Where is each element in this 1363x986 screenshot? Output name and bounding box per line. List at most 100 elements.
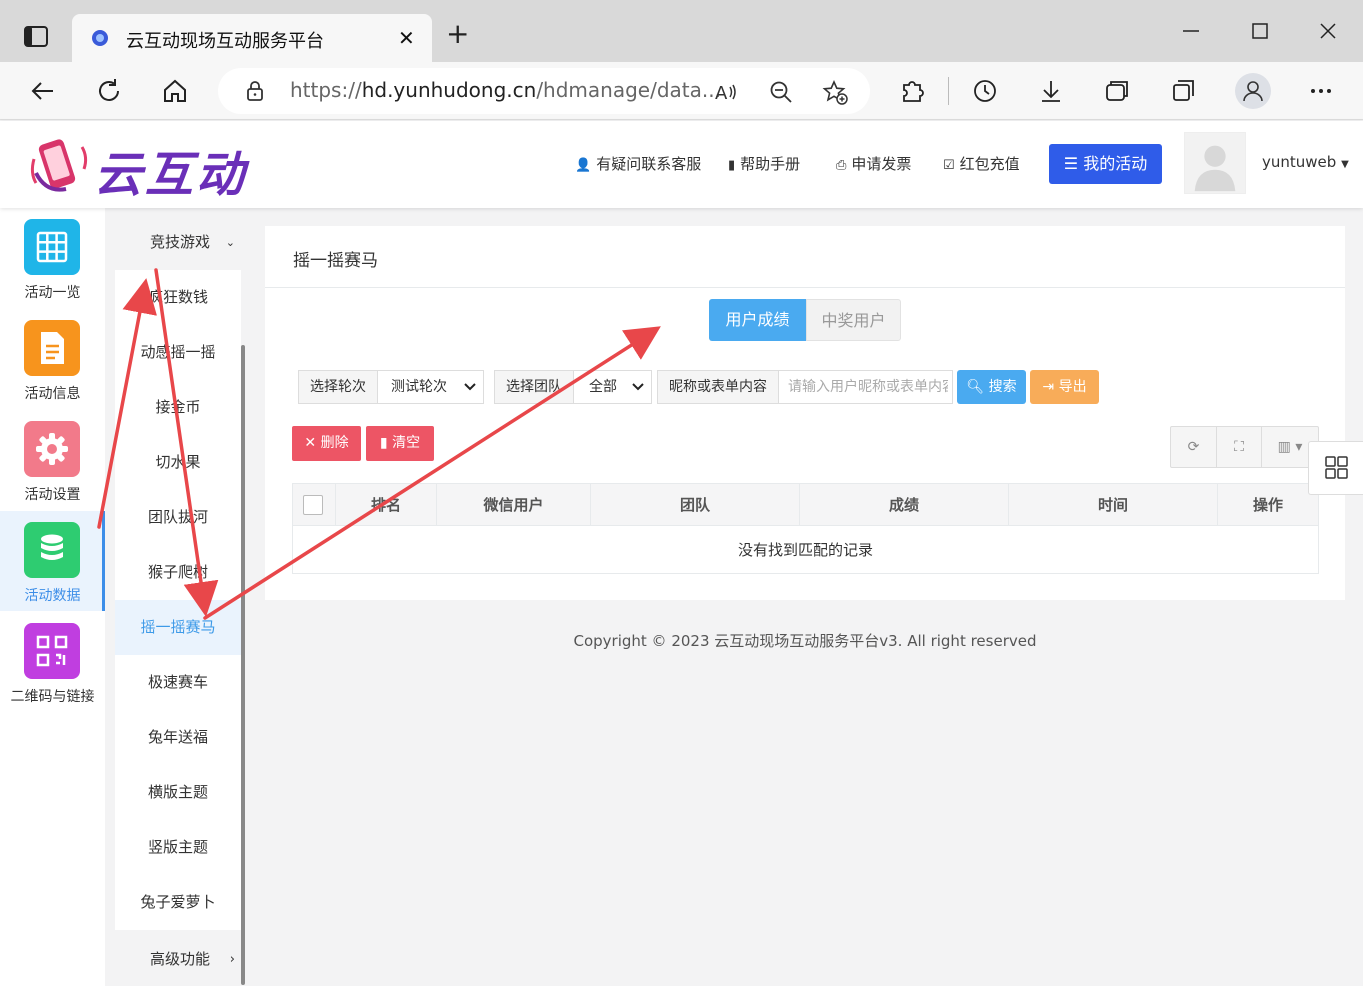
browser-tab[interactable]: 云互动现场互动服务平台 ✕: [72, 14, 432, 62]
invoice-link[interactable]: ⎙ 申请发票: [836, 153, 911, 174]
sidebar-item-qrcode[interactable]: 二维码与链接: [0, 612, 105, 712]
submenu-group-header[interactable]: 竞技游戏 ⌄: [115, 215, 249, 270]
fullscreen-icon[interactable]: ⛶: [1216, 427, 1261, 467]
default-avatar-icon: [1194, 145, 1236, 192]
sidebar-label: 二维码与链接: [10, 689, 95, 705]
tab-user-scores[interactable]: 用户成绩: [709, 299, 806, 341]
sidebar-label: 活动信息: [24, 386, 81, 402]
submenu-scrollbar[interactable]: [241, 345, 245, 985]
delete-button[interactable]: ✕ 删除: [292, 426, 361, 461]
chevron-down-icon: [464, 383, 476, 391]
table-toolbar: ⟳ ⛶ ▥ ▾: [1170, 426, 1319, 468]
keyword-label: 昵称或表单内容: [658, 371, 779, 403]
sidebar-item-overview[interactable]: 活动一览: [0, 208, 105, 308]
download-icon[interactable]: [1036, 76, 1066, 106]
column-header[interactable]: 团队: [590, 484, 799, 526]
select-all-checkbox[interactable]: [303, 495, 323, 515]
submenu-item-active[interactable]: 摇一摇赛马: [115, 600, 241, 655]
column-header[interactable]: 操作: [1217, 484, 1318, 526]
extensions-icon[interactable]: [897, 76, 927, 106]
logo-phone-icon: [30, 139, 88, 192]
back-icon[interactable]: [28, 76, 58, 106]
team-select[interactable]: 选择团队 全部: [494, 370, 652, 404]
database-icon: [24, 522, 80, 578]
refresh-icon[interactable]: [94, 76, 124, 106]
main-panel: 摇一摇赛马 用户成绩 中奖用户 选择轮次 测试轮次 选择团队 全部 昵称或表单内…: [265, 226, 1345, 600]
screenshot-icon[interactable]: [1168, 76, 1198, 106]
submenu-item[interactable]: 动感摇一摇: [115, 325, 241, 380]
collections-icon[interactable]: [1102, 76, 1132, 106]
read-aloud-icon[interactable]: A: [714, 79, 740, 105]
lock-icon[interactable]: [244, 80, 266, 102]
floating-qrcode-button[interactable]: [1308, 441, 1363, 495]
profile-icon: [1243, 81, 1263, 102]
minimize-icon[interactable]: [1176, 16, 1206, 46]
trash-icon: ▮: [379, 435, 393, 451]
column-header[interactable]: 排名: [335, 484, 436, 526]
browser-toolbar: https://hd.yunhudong.cn/hdmanage/data...…: [0, 62, 1363, 120]
keyword-input[interactable]: 请输入用户昵称或表单内容: [788, 371, 948, 403]
username[interactable]: yuntuweb ▼: [1262, 153, 1349, 171]
logo-text: 云互动: [94, 147, 248, 203]
column-header[interactable]: 时间: [1008, 484, 1217, 526]
column-header[interactable]: 成绩: [799, 484, 1008, 526]
browser-tab-bar: 云互动现场互动服务平台 ✕ +: [0, 0, 1363, 62]
submenu-item[interactable]: 极速赛车: [115, 655, 241, 710]
sidebar-item-settings[interactable]: 活动设置: [0, 410, 105, 510]
export-button[interactable]: ⇥ 导出: [1030, 370, 1099, 404]
sidebar-label: 活动设置: [24, 487, 81, 503]
user-avatar[interactable]: [1184, 132, 1246, 194]
submenu-item[interactable]: 猴子爬树: [115, 545, 241, 600]
submenu-item[interactable]: 兔年送福: [115, 710, 241, 765]
submenu-item[interactable]: 横版主题: [115, 765, 241, 820]
tab-title: 云互动现场互动服务平台: [126, 31, 324, 52]
svg-text:A: A: [715, 83, 728, 104]
round-select[interactable]: 选择轮次 测试轮次: [298, 370, 484, 404]
tab-close-icon[interactable]: ✕: [398, 26, 415, 50]
sidebar-label: 活动一览: [24, 285, 81, 301]
submenu-item[interactable]: 竖版主题: [115, 820, 241, 875]
red-packet-recharge-link[interactable]: ☑ 红包充值: [943, 153, 1020, 174]
search-button[interactable]: 🔍︎ 搜索: [957, 370, 1026, 404]
profile-avatar[interactable]: [1235, 73, 1271, 109]
round-select-label: 选择轮次: [299, 371, 378, 403]
submenu-advanced[interactable]: 高级功能 ›: [115, 932, 249, 986]
column-header[interactable]: 微信用户: [436, 484, 590, 526]
submenu-item[interactable]: 疯狂数钱: [115, 270, 241, 325]
game-submenu: 竞技游戏 ⌄ 疯狂数钱 动感摇一摇 接金币 切水果 团队拔河 猴子爬树 摇一摇赛马…: [115, 215, 249, 985]
close-icon: ✕: [304, 435, 321, 451]
submenu-item[interactable]: 兔子爱萝卜: [115, 875, 241, 930]
submenu-item[interactable]: 接金币: [115, 380, 241, 435]
search-icon: 🔍︎: [966, 379, 989, 395]
new-tab-icon[interactable]: +: [446, 20, 469, 48]
qrcode-icon: [24, 623, 80, 679]
tab-winning-users[interactable]: 中奖用户: [806, 299, 901, 341]
address-bar[interactable]: https://hd.yunhudong.cn/hdmanage/data...…: [218, 68, 870, 114]
icon-sidebar: 活动一览 活动信息 活动设置 活动数据 二维码与链接: [0, 208, 105, 986]
gear-icon: [24, 421, 80, 477]
clear-button[interactable]: ▮ 清空: [366, 426, 434, 461]
toolbar-separator: [948, 77, 949, 105]
history-icon[interactable]: [970, 76, 1000, 106]
maximize-icon[interactable]: [1245, 16, 1275, 46]
home-icon[interactable]: [160, 76, 190, 106]
refresh-table-icon[interactable]: ⟳: [1171, 427, 1216, 467]
window-close-icon[interactable]: [1313, 16, 1343, 46]
sidebar-label: 活动数据: [24, 588, 81, 604]
help-manual-link[interactable]: ▮ 帮助手册: [728, 153, 800, 174]
check-shield-icon: ☑: [943, 158, 955, 173]
more-options-icon[interactable]: [1306, 76, 1336, 106]
sidebar-item-data[interactable]: 活动数据: [0, 511, 105, 611]
export-icon: ⇥: [1042, 379, 1059, 395]
document-icon: [24, 320, 80, 376]
zoom-out-icon[interactable]: [768, 79, 794, 105]
tab-actions-icon[interactable]: [22, 22, 50, 50]
contact-support-link[interactable]: 👤 有疑问联系客服: [575, 153, 701, 174]
add-favorite-icon[interactable]: [822, 79, 848, 105]
list-icon: ☰: [1063, 154, 1084, 173]
submenu-item[interactable]: 切水果: [115, 435, 241, 490]
submenu-item[interactable]: 团队拔河: [115, 490, 241, 545]
sidebar-item-info[interactable]: 活动信息: [0, 309, 105, 409]
my-activities-button[interactable]: ☰ 我的活动: [1049, 144, 1162, 184]
book-icon: ▮: [728, 158, 736, 173]
